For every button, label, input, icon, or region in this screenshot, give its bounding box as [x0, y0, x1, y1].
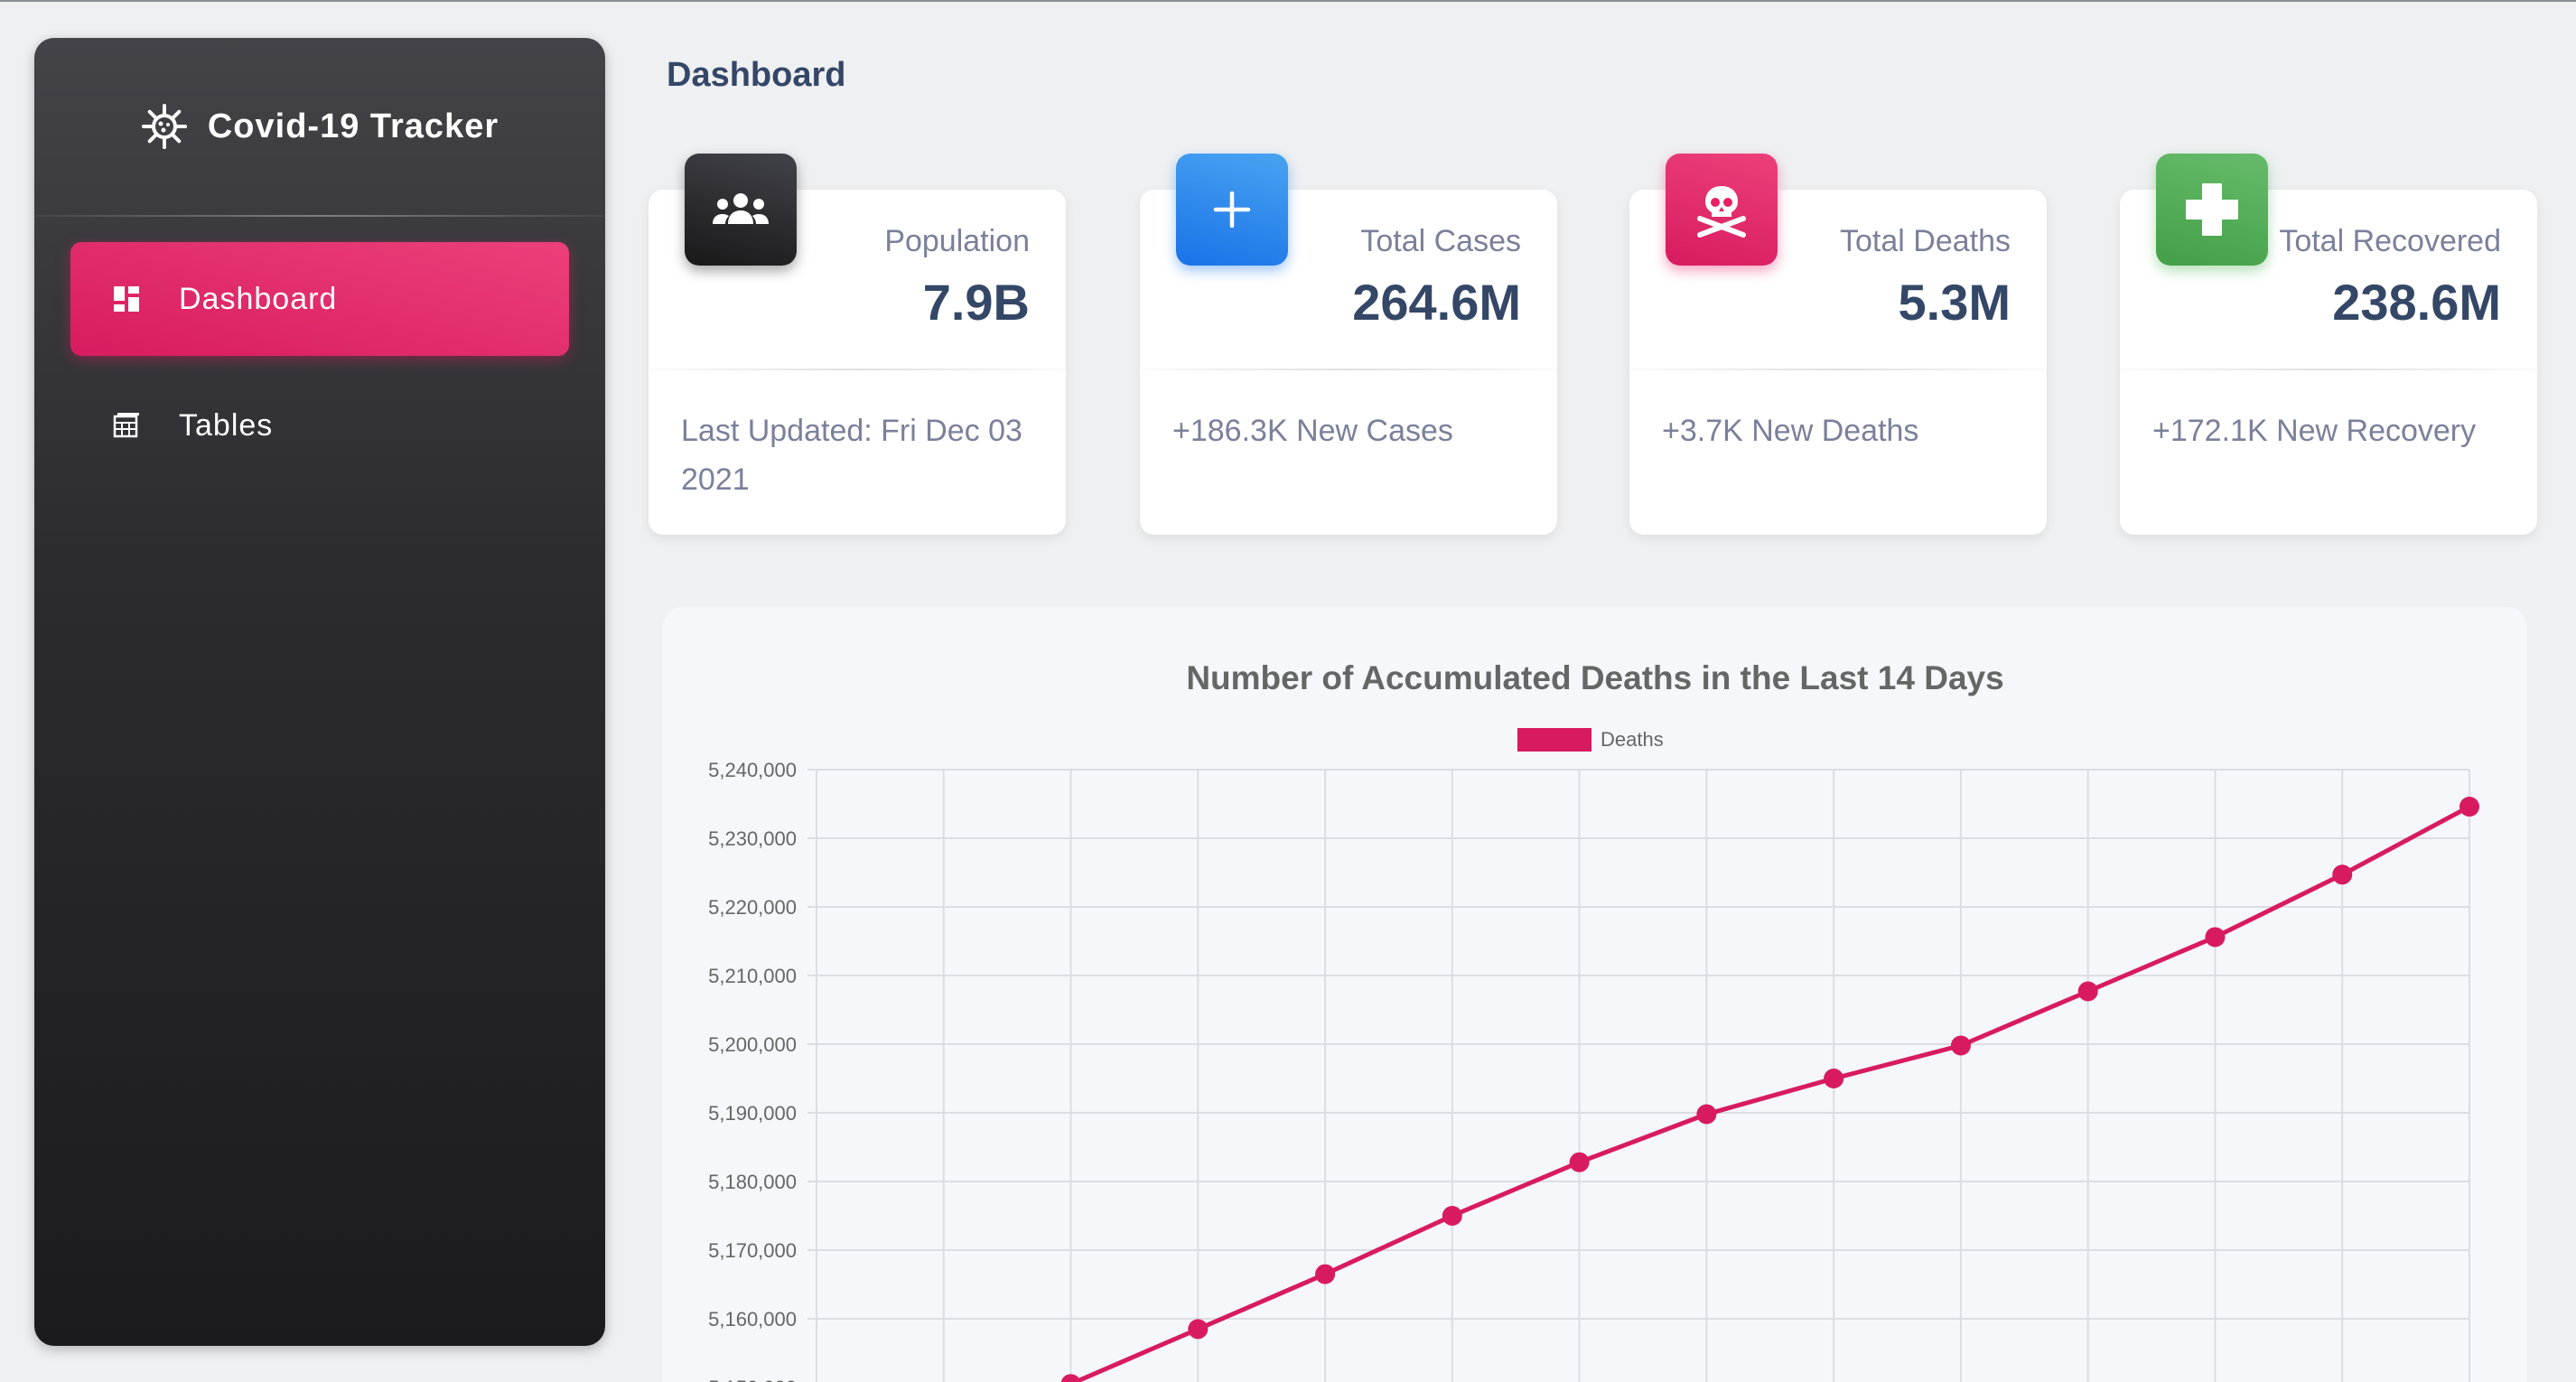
- data-point: [1315, 1264, 1336, 1284]
- window-top-border: [0, 0, 2576, 2]
- stat-card-total-deaths: Total Deaths 5.3M +3.7K New Deaths: [1629, 154, 2047, 535]
- card-label: Total Deaths: [1840, 224, 2011, 258]
- deaths-line-chart: 5,240,000 5,230,000 5,220,000 5,210,000 5,20…: [708, 759, 2479, 1382]
- sidebar-item-dashboard[interactable]: Dashboard: [70, 242, 569, 356]
- card-value: 264.6M: [1352, 274, 1521, 331]
- y-tick-label: 5,160,000: [708, 1308, 797, 1331]
- y-tick-label: 5,210,000: [708, 965, 797, 987]
- data-point: [1442, 1206, 1462, 1226]
- data-point: [2332, 864, 2353, 885]
- y-tick-label: 5,220,000: [708, 896, 797, 919]
- y-tick-label: 5,170,000: [708, 1239, 797, 1262]
- card-value: 7.9B: [922, 274, 1030, 331]
- y-tick-label: 5,150,000: [708, 1377, 797, 1382]
- brand[interactable]: Covid-19 Tracker: [34, 38, 605, 215]
- y-tick-label: 5,240,000: [708, 759, 797, 781]
- card-label: Total Recovered: [2279, 224, 2501, 258]
- data-point: [1569, 1152, 1590, 1172]
- y-tick-label: 5,200,000: [708, 1033, 797, 1056]
- data-point: [1060, 1374, 1081, 1382]
- data-point: [1950, 1035, 1971, 1056]
- page-title: Dashboard: [667, 56, 846, 94]
- card-divider: [1629, 369, 2047, 370]
- deaths-chart-card: Number of Accumulated Deaths in the Last…: [663, 607, 2527, 1382]
- dashboard-icon: [110, 283, 143, 315]
- stat-card-total-recovered: Total Recovered 238.6M +172.1K New Recov…: [2120, 154, 2537, 535]
- table-icon: [110, 409, 143, 442]
- card-divider: [2120, 369, 2537, 370]
- sidebar-item-label: Dashboard: [179, 281, 338, 316]
- card-footer: Last Updated: Fri Dec 03 2021: [681, 414, 1022, 497]
- sidebar-item-label: Tables: [179, 407, 274, 443]
- virus-icon: [141, 103, 188, 150]
- sidebar: Covid-19 Tracker Dashboard Tables: [34, 38, 605, 1346]
- y-tick-label: 5,190,000: [708, 1102, 797, 1125]
- data-point: [1824, 1069, 1844, 1088]
- medical-cross-icon: [2156, 154, 2268, 266]
- people-icon: [685, 154, 797, 266]
- sidebar-item-tables[interactable]: Tables: [70, 369, 569, 482]
- card-footer: +172.1K New Recovery: [2152, 414, 2477, 448]
- stat-card-total-cases: Total Cases 264.6M +186.3K New Cases: [1140, 154, 1557, 535]
- y-tick-label: 5,180,000: [708, 1171, 797, 1193]
- card-footer: +3.7K New Deaths: [1662, 414, 1919, 448]
- data-point: [2205, 927, 2226, 948]
- data-point: [2077, 981, 2098, 1002]
- card-label: Population: [884, 224, 1030, 258]
- skull-icon: [1666, 154, 1778, 266]
- card-value: 238.6M: [2332, 274, 2501, 331]
- data-point: [1188, 1319, 1209, 1340]
- card-divider: [649, 369, 1066, 370]
- stat-card-population: Population 7.9B Last Updated: Fri Dec 03…: [649, 154, 1066, 535]
- y-tick-label: 5,230,000: [708, 827, 797, 850]
- card-footer: +186.3K New Cases: [1172, 414, 1453, 448]
- sidebar-nav: Dashboard Tables: [34, 217, 605, 482]
- plus-icon: [1176, 154, 1288, 266]
- card-label: Total Cases: [1360, 224, 1521, 258]
- data-point: [2459, 797, 2479, 817]
- card-value: 5.3M: [1898, 274, 2011, 331]
- card-divider: [1140, 369, 1557, 370]
- data-point: [1696, 1104, 1717, 1125]
- brand-name: Covid-19 Tracker: [207, 107, 499, 145]
